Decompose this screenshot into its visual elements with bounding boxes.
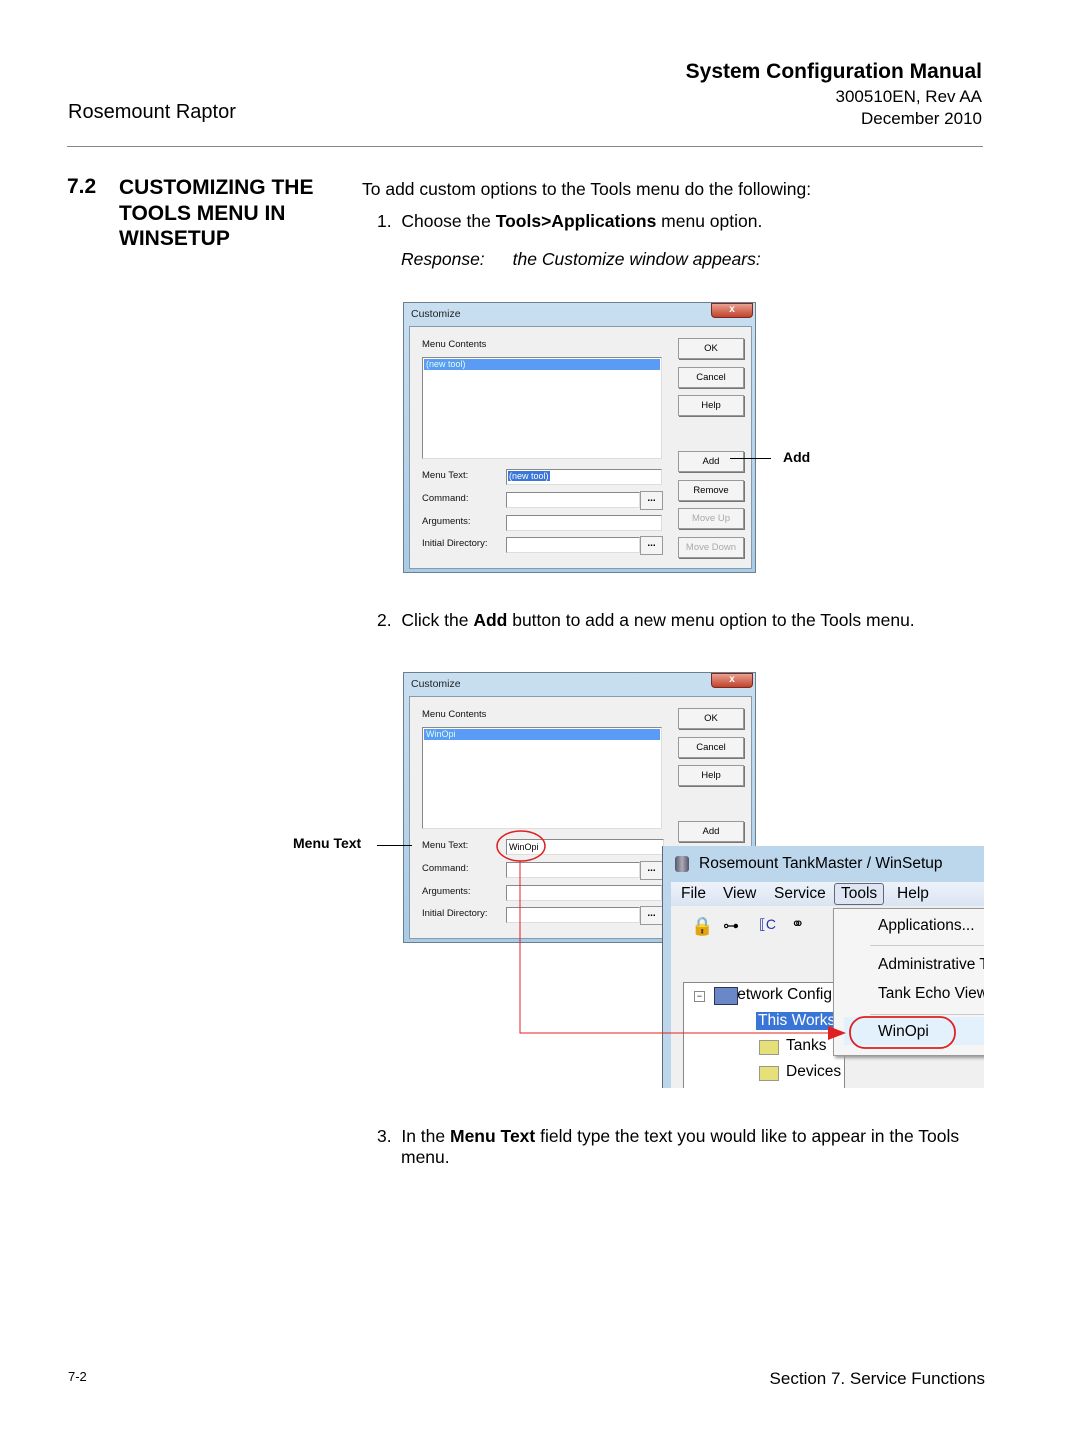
manual-page: System Configuration Manual 300510EN, Re… <box>0 0 1080 1437</box>
step-text: field type the text you would like to ap… <box>535 1126 960 1146</box>
footer-section: Section 7. Service Functions <box>769 1369 985 1388</box>
page-number: 7-2 <box>68 1369 87 1384</box>
arrow-head <box>828 1026 846 1040</box>
step-number: 3. <box>377 1126 392 1146</box>
highlight-winopi <box>849 1016 956 1049</box>
annotation-overlay <box>496 830 956 1049</box>
step-bold: Menu Text <box>450 1126 536 1146</box>
step-3: 3. In the Menu Text field type the text … <box>377 1126 987 1168</box>
connector-line <box>519 861 830 1034</box>
step-text: menu. <box>401 1147 450 1167</box>
step-text: In the <box>401 1126 450 1146</box>
highlight-circle <box>496 830 546 862</box>
